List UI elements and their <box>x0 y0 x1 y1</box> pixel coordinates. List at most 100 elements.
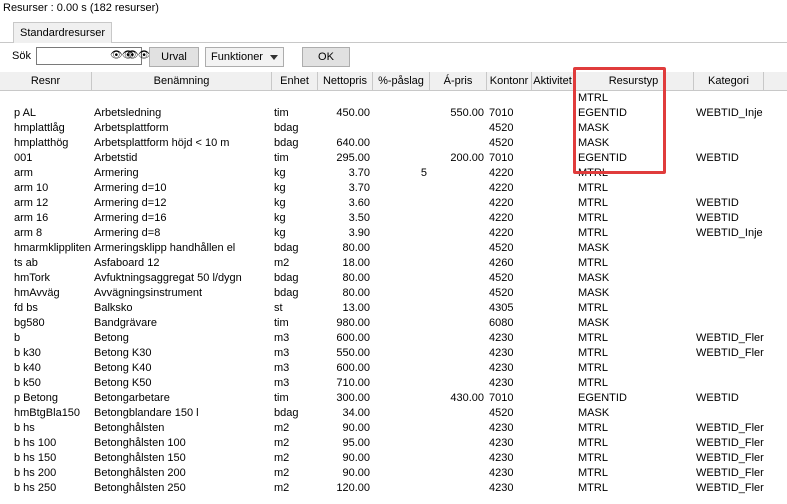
find-next-icon[interactable]: 👁👁 <box>126 50 150 61</box>
cell-enhet: kg <box>274 182 286 194</box>
cell-resurstyp: MASK <box>578 407 610 419</box>
cell-enhet <box>272 91 318 106</box>
cell-aktivitet <box>532 286 574 301</box>
cell-benamning: Betongarbetare <box>94 392 170 404</box>
table-row[interactable]: b hs 150 Betonghålsten 150 m2 90.00 4230 MTRL… <box>0 451 787 466</box>
column-header-nettopris[interactable]: Nettopris <box>318 72 373 90</box>
table-row[interactable]: arm 10 Armering d=10 kg 3.70 4220 MTRL <box>0 181 787 196</box>
table-row[interactable]: b hs Betonghålsten m2 90.00 4230 MTRL WEBTID_F… <box>0 421 787 436</box>
cell-resurstyp: EGENTID <box>578 107 627 119</box>
table-row[interactable]: p AL Arbetsledning tim 450.00 550.00 7010 EGEN… <box>0 106 787 121</box>
funktioner-dropdown[interactable]: Funktioner <box>205 47 284 67</box>
cell-apris <box>430 376 487 391</box>
cell-resnr: b k30 <box>14 347 41 359</box>
table-row[interactable]: b Betong m3 600.00 4230 MTRL WEBTID_Fler <box>0 331 787 346</box>
cell-aktivitet <box>532 181 574 196</box>
urval-button[interactable]: Urval <box>149 47 199 67</box>
cell-enhet: bdag <box>274 407 299 419</box>
cell-resnr <box>12 91 92 106</box>
cell-kategori <box>694 136 764 151</box>
table-row[interactable]: arm 12 Armering d=12 kg 3.60 4220 MTRL WEBTID <box>0 196 787 211</box>
cell-enhet: m2 <box>274 467 290 479</box>
cell-enhet: m2 <box>274 437 290 449</box>
table-row[interactable]: b k30 Betong K30 m3 550.00 4230 MTRL WEBTID_Fl… <box>0 346 787 361</box>
cell-benamning: Betong K50 <box>94 377 152 389</box>
table-row[interactable]: MTRL <box>0 91 787 106</box>
cell-enhet: kg <box>274 197 286 209</box>
cell-enhet: tim <box>274 107 289 119</box>
cell-resurstyp: MTRL <box>578 437 608 449</box>
cell-nettopris: 640.00 <box>336 137 370 149</box>
cell-resurstyp: MTRL <box>578 197 608 209</box>
cell-paslag <box>373 346 430 361</box>
cell-enhet: bdag <box>274 137 299 149</box>
table-row[interactable]: hmplatthög Arbetsplattform höjd < 10 m bda… <box>0 136 787 151</box>
table-row[interactable]: b hs 200 Betonghålsten 200 m2 90.00 4230 MTRL… <box>0 466 787 481</box>
cell-kontonr: 4220 <box>489 167 514 179</box>
cell-apris <box>430 241 487 256</box>
table-row[interactable]: hmTork Avfuktningsaggregat 50 l/dygn bdag 8… <box>0 271 787 286</box>
cell-kontonr: 4260 <box>489 257 514 269</box>
table-row[interactable]: hmAvväg Avvägningsinstrument bdag 80.00 4520… <box>0 286 787 301</box>
table-row[interactable]: bg580 Bandgrävare tim 980.00 6080 MASK <box>0 316 787 331</box>
column-header-aktivitet[interactable]: Aktivitet <box>532 72 574 90</box>
cell-apris <box>430 481 487 496</box>
cell-kategori <box>694 301 764 316</box>
cell-resnr: hmTork <box>14 272 51 284</box>
table-row[interactable]: b k50 Betong K50 m3 710.00 4230 MTRL <box>0 376 787 391</box>
cell-apris <box>430 361 487 376</box>
cell-aktivitet <box>532 436 574 451</box>
cell-paslag <box>373 376 430 391</box>
cell-nettopris: 450.00 <box>336 107 370 119</box>
tab-standardresurser[interactable]: Standardresurser <box>13 22 112 43</box>
cell-kategori <box>694 181 764 196</box>
column-header-enhet[interactable]: Enhet <box>272 72 318 90</box>
column-header-kategori[interactable]: Kategori <box>694 72 764 90</box>
cell-nettopris: 34.00 <box>342 407 370 419</box>
tab-bar <box>0 20 787 43</box>
cell-paslag: 5 <box>420 167 427 179</box>
cell-enhet: bdag <box>274 122 299 134</box>
cell-benamning: Armeringsklipp handhållen el <box>94 242 236 254</box>
cell-apris <box>430 136 487 151</box>
table-row[interactable]: p Betong Betongarbetare tim 300.00 430.00 701… <box>0 391 787 406</box>
cell-apris <box>430 451 487 466</box>
table-row[interactable]: hmarmklippliten Armeringsklipp handhållen… <box>0 241 787 256</box>
cell-apris: 200.00 <box>450 152 484 164</box>
cell-kategori: WEBTID_Fler <box>696 332 764 344</box>
cell-resnr: hmBtgBla150 <box>14 407 81 419</box>
cell-resurstyp: EGENTID <box>578 152 627 164</box>
table-row[interactable]: fd bs Balksko st 13.00 4305 MTRL <box>0 301 787 316</box>
table-row[interactable]: b k40 Betong K40 m3 600.00 4230 MTRL <box>0 361 787 376</box>
table-row[interactable]: b hs 250 Betonghålsten 250 m2 120.00 4230 MTR… <box>0 481 787 496</box>
table-row[interactable]: arm Armering kg 3.70 5 4220 MTRL <box>0 166 787 181</box>
cell-benamning: Armering d=10 <box>94 182 167 194</box>
column-header-paslag[interactable]: %-påslag <box>373 72 430 90</box>
cell-kontonr: 4230 <box>489 362 514 374</box>
cell-resnr: arm 12 <box>14 197 49 209</box>
cell-paslag <box>373 151 430 166</box>
cell-paslag <box>373 421 430 436</box>
column-header-resnr[interactable]: Resnr <box>0 72 92 90</box>
table-row[interactable]: ts ab Asfaboard 12 m2 18.00 4260 MTRL <box>0 256 787 271</box>
table-row[interactable]: 001 Arbetstid tim 295.00 200.00 7010 EGENTID WE… <box>0 151 787 166</box>
column-header-benamning[interactable]: Benämning <box>92 72 272 90</box>
cell-kategori <box>694 241 764 256</box>
cell-benamning: Avfuktningsaggregat 50 l/dygn <box>94 272 242 284</box>
table-row[interactable]: b hs 100 Betonghålsten 100 m2 95.00 4230 MTRL… <box>0 436 787 451</box>
cell-enhet: m2 <box>274 452 290 464</box>
column-header-apris[interactable]: Á-pris <box>430 72 487 90</box>
cell-nettopris: 980.00 <box>336 317 370 329</box>
table-row[interactable]: hmplattlåg Arbetsplattform bdag 4520 MASK <box>0 121 787 136</box>
table-row[interactable]: arm 16 Armering d=16 kg 3.50 4220 MTRL WEBTID <box>0 211 787 226</box>
table-row[interactable]: hmBtgBla150 Betongblandare 150 l bdag 34.00… <box>0 406 787 421</box>
cell-benamning: Armering d=12 <box>94 197 167 209</box>
cell-resnr: p AL <box>14 107 37 119</box>
cell-aktivitet <box>532 271 574 286</box>
cell-kategori: WEBTID_Fler <box>696 347 764 359</box>
ok-button[interactable]: OK <box>302 47 350 67</box>
column-header-resurstyp[interactable]: Resurstyp <box>574 72 694 90</box>
cell-kontonr: 4220 <box>489 182 514 194</box>
column-header-kontonr[interactable]: Kontonr <box>487 72 532 90</box>
table-row[interactable]: arm 8 Armering d=8 kg 3.90 4220 MTRL WEBTID_In… <box>0 226 787 241</box>
